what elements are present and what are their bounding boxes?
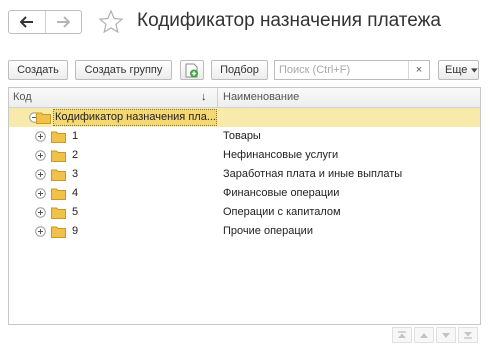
folder-icon <box>36 112 51 124</box>
table-row[interactable]: 3 Заработная плата и иные выплаты <box>9 165 480 184</box>
plus-circle-icon[interactable] <box>35 226 46 237</box>
row-name: Операции с капиталом <box>223 206 341 218</box>
column-divider <box>217 88 218 107</box>
folder-icon <box>51 207 66 219</box>
row-name: Нефинансовые услуги <box>223 149 339 161</box>
arrow-left-icon <box>19 16 33 28</box>
history-nav <box>8 10 82 34</box>
table-row[interactable]: 5 Операции с капиталом <box>9 203 480 222</box>
create-group-button[interactable]: Создать группу <box>75 60 172 80</box>
chevron-up-icon <box>420 332 428 338</box>
arrow-to-top-icon <box>398 331 406 338</box>
table-row[interactable]: 4 Финансовые операции <box>9 184 480 203</box>
folder-icon <box>51 150 66 162</box>
folder-icon <box>51 188 66 200</box>
plus-circle-icon[interactable] <box>35 207 46 218</box>
catalog-table: Код ↓ Наименование Кодификатор назначени… <box>8 87 481 325</box>
column-header-code[interactable]: Код <box>13 88 32 107</box>
row-name: Заработная плата и иные выплаты <box>223 168 403 180</box>
chevron-down-icon <box>471 67 478 73</box>
create-item-icon <box>185 63 198 77</box>
row-code: 3 <box>72 168 79 180</box>
row-name: Прочие операции <box>223 225 313 237</box>
arrow-to-bottom-icon <box>464 332 472 339</box>
row-name: Товары <box>223 130 261 142</box>
more-button[interactable]: Еще <box>438 60 479 80</box>
search-box: × <box>274 60 430 80</box>
create-button[interactable]: Создать <box>8 60 68 80</box>
plus-circle-icon[interactable] <box>35 150 46 161</box>
folder-icon <box>51 131 66 143</box>
table-row[interactable]: 2 Нефинансовые услуги <box>9 146 480 165</box>
go-to-first-button[interactable] <box>392 327 412 343</box>
star-icon <box>98 9 124 34</box>
row-code: 1 <box>72 130 79 142</box>
table-row[interactable]: 9 Прочие операции <box>9 222 480 241</box>
row-code: 2 <box>72 149 79 161</box>
row-code: 9 <box>72 225 79 237</box>
table-row[interactable]: 1 Товары <box>9 127 480 146</box>
more-button-label: Еще <box>445 64 468 76</box>
forward-button[interactable] <box>44 11 82 33</box>
row-code: 4 <box>72 187 79 199</box>
search-input[interactable] <box>275 61 416 79</box>
favorite-button[interactable] <box>98 9 124 35</box>
table-header: Код ↓ Наименование <box>9 88 480 108</box>
arrow-right-icon <box>57 16 71 28</box>
scroll-down-button[interactable] <box>436 327 456 343</box>
create-item-button[interactable] <box>180 60 204 80</box>
chevron-down-icon <box>442 332 450 338</box>
table-row-root[interactable]: Кодификатор назначения пла... <box>9 108 480 127</box>
go-to-last-button[interactable] <box>458 327 478 343</box>
folder-icon <box>51 226 66 238</box>
search-clear-button[interactable]: × <box>409 61 429 79</box>
page-title: Кодификатор назначения платежа <box>137 10 441 31</box>
back-button[interactable] <box>9 11 45 33</box>
sort-indicator-icon: ↓ <box>201 91 207 103</box>
plus-circle-icon[interactable] <box>35 131 46 142</box>
scroll-up-button[interactable] <box>414 327 434 343</box>
row-code: 5 <box>72 206 79 218</box>
selection-button[interactable]: Подбор <box>211 60 268 80</box>
plus-circle-icon[interactable] <box>35 169 46 180</box>
column-header-name[interactable]: Наименование <box>223 88 299 107</box>
folder-icon <box>51 169 66 181</box>
row-code: Кодификатор назначения пла... <box>55 111 216 123</box>
plus-circle-icon[interactable] <box>35 188 46 199</box>
row-name: Финансовые операции <box>223 187 340 199</box>
